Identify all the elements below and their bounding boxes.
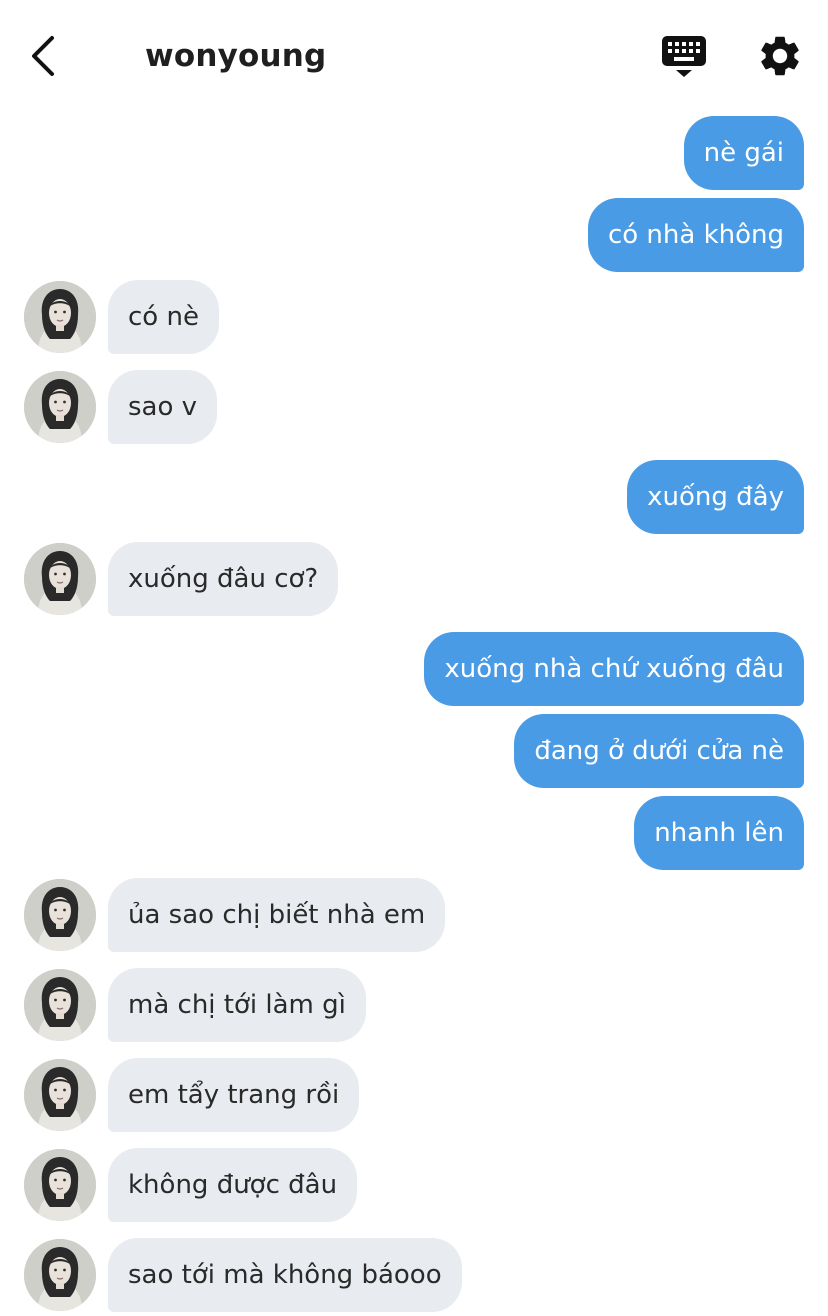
message-row-incoming: ủa sao chị biết nhà em: [0, 878, 828, 952]
outgoing-message-bubble[interactable]: xuống đây: [627, 460, 804, 534]
incoming-message-bubble[interactable]: sao tới mà không báooo: [108, 1238, 462, 1312]
incoming-message-bubble[interactable]: sao v: [108, 370, 218, 444]
message-row-outgoing: nhanh lên: [0, 796, 828, 870]
avatar[interactable]: [24, 371, 96, 443]
message-row-outgoing: nè gái: [0, 116, 828, 190]
message-row-incoming: mà chị tới làm gì: [0, 968, 828, 1042]
message-row-incoming: có nè: [0, 280, 828, 354]
outgoing-message-bubble[interactable]: đang ở dưới cửa nè: [514, 714, 804, 788]
message-row-outgoing: có nhà không: [0, 198, 828, 272]
incoming-message-bubble[interactable]: em tẩy trang rồi: [108, 1058, 360, 1132]
incoming-message-bubble[interactable]: xuống đâu cơ?: [108, 542, 339, 616]
incoming-message-bubble[interactable]: ủa sao chị biết nhà em: [108, 878, 446, 952]
avatar[interactable]: [24, 1059, 96, 1131]
message-row-incoming: sao tới mà không báooo: [0, 1238, 828, 1312]
outgoing-message-bubble[interactable]: nè gái: [683, 116, 804, 190]
avatar[interactable]: [24, 969, 96, 1041]
outgoing-message-bubble[interactable]: xuống nhà chứ xuống đâu: [424, 632, 804, 706]
message-list[interactable]: nè gái có nhà không có nè sao v xuống đâ…: [0, 0, 828, 1316]
message-row-incoming: sao v: [0, 370, 828, 444]
incoming-message-bubble[interactable]: không được đâu: [108, 1148, 358, 1222]
outgoing-message-bubble[interactable]: có nhà không: [587, 198, 804, 272]
avatar[interactable]: [24, 543, 96, 615]
avatar[interactable]: [24, 281, 96, 353]
outgoing-message-bubble[interactable]: nhanh lên: [634, 796, 804, 870]
message-row-incoming: xuống đâu cơ?: [0, 542, 828, 616]
message-row-incoming: em tẩy trang rồi: [0, 1058, 828, 1132]
avatar[interactable]: [24, 1149, 96, 1221]
message-row-outgoing: xuống đây: [0, 460, 828, 534]
avatar[interactable]: [24, 1239, 96, 1311]
message-row-outgoing: đang ở dưới cửa nè: [0, 714, 828, 788]
message-row-outgoing: xuống nhà chứ xuống đâu: [0, 632, 828, 706]
incoming-message-bubble[interactable]: mà chị tới làm gì: [108, 968, 366, 1042]
message-row-incoming: không được đâu: [0, 1148, 828, 1222]
avatar[interactable]: [24, 879, 96, 951]
incoming-message-bubble[interactable]: có nè: [108, 280, 219, 354]
